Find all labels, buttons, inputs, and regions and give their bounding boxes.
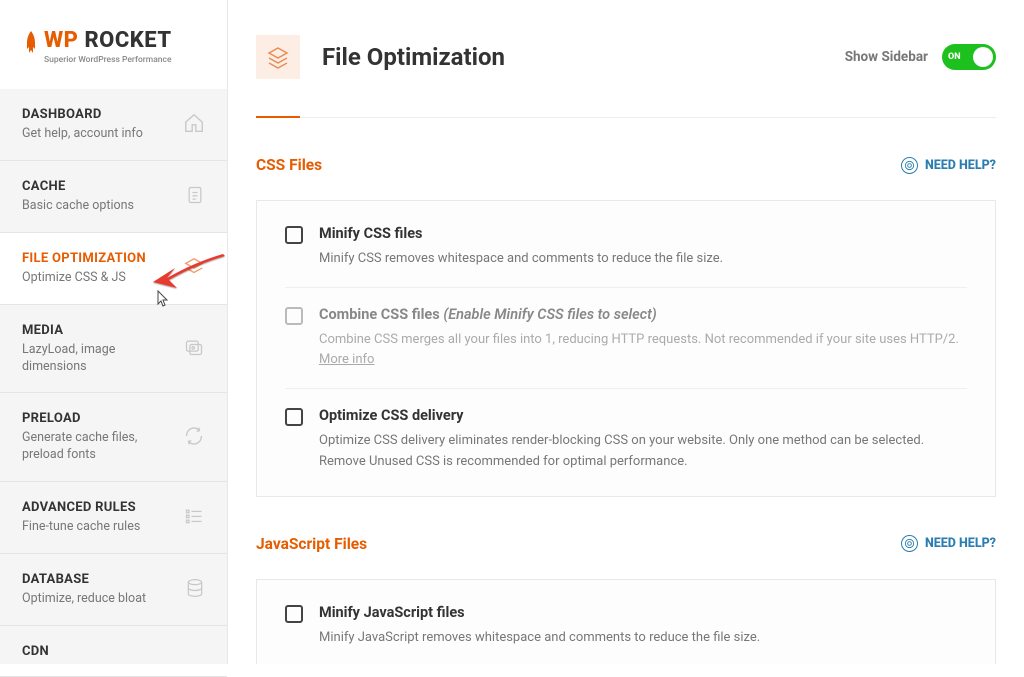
file-icon	[185, 184, 205, 210]
css-section-title: CSS Files	[256, 156, 322, 174]
sidebar-item-cdn[interactable]: CDN	[0, 626, 227, 677]
option-optimize-css-delivery: Optimize CSS delivery Optimize CSS deliv…	[285, 389, 967, 489]
sidebar-item-media[interactable]: MEDIALazyLoad, image dimensions	[0, 305, 227, 394]
database-icon	[185, 577, 205, 603]
lifesaver-icon	[901, 535, 918, 552]
js-section: JavaScript Files NEED HELP? Minify JavaS…	[256, 497, 996, 664]
page-header: File Optimization Show Sidebar ON	[256, 35, 996, 118]
optimize-css-checkbox[interactable]	[285, 408, 303, 426]
option-minify-js: Minify JavaScript files Minify JavaScrip…	[285, 586, 967, 664]
list-icon	[183, 506, 205, 530]
need-help-link[interactable]: NEED HELP?	[901, 157, 996, 174]
more-info-link[interactable]: More info	[319, 352, 374, 367]
sidebar-item-cache[interactable]: CACHEBasic cache options	[0, 161, 227, 233]
combine-css-checkbox	[285, 307, 303, 325]
css-section: CSS Files NEED HELP? Minify CSS files Mi…	[256, 118, 996, 497]
sidebar: WP ROCKET Superior WordPress Performance…	[0, 0, 228, 664]
sidebar-item-advanced-rules[interactable]: ADVANCED RULESFine-tune cache rules	[0, 482, 227, 554]
minify-js-checkbox[interactable]	[285, 605, 303, 623]
show-sidebar-label: Show Sidebar	[845, 49, 928, 65]
refresh-icon	[183, 425, 205, 451]
sidebar-item-file-optimization[interactable]: FILE OPTIMIZATIONOptimize CSS & JS	[0, 233, 227, 305]
layers-icon	[183, 256, 205, 282]
minify-css-checkbox[interactable]	[285, 226, 303, 244]
sidebar-item-preload[interactable]: PRELOADGenerate cache files, preload fon…	[0, 393, 227, 482]
need-help-link[interactable]: NEED HELP?	[901, 535, 996, 552]
rocket-icon	[22, 31, 40, 59]
sidebar-item-database[interactable]: DATABASEOptimize, reduce bloat	[0, 554, 227, 626]
option-combine-css: Combine CSS files (Enable Minify CSS fil…	[285, 288, 967, 389]
show-sidebar-toggle[interactable]: ON	[942, 44, 996, 70]
main-content: File Optimization Show Sidebar ON CSS Fi…	[228, 0, 1024, 664]
home-icon	[183, 112, 205, 138]
sidebar-item-dashboard[interactable]: DASHBOARDGet help, account info	[0, 89, 227, 161]
layers-icon	[256, 35, 300, 79]
page-title: File Optimization	[322, 43, 505, 71]
lifesaver-icon	[901, 157, 918, 174]
option-minify-css: Minify CSS files Minify CSS removes whit…	[285, 207, 967, 288]
images-icon	[183, 337, 205, 361]
logo: WP ROCKET Superior WordPress Performance	[0, 0, 227, 89]
js-section-title: JavaScript Files	[256, 535, 367, 553]
